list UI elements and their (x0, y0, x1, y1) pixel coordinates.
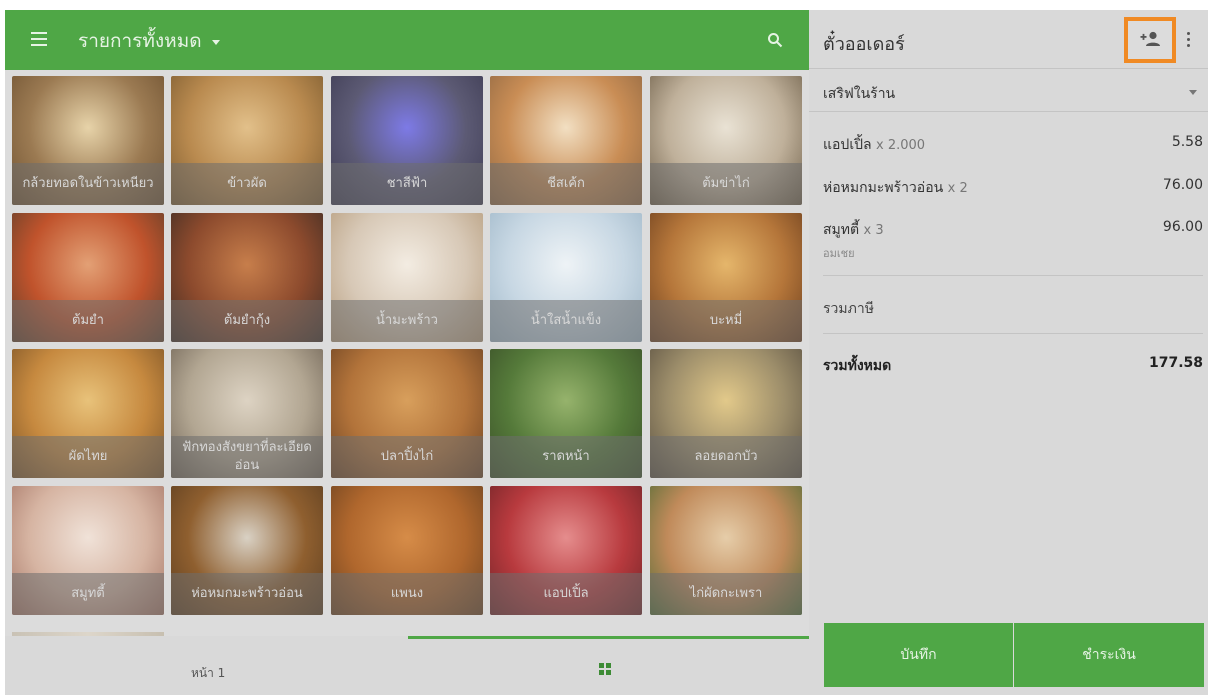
product-tile[interactable]: ชาสีฟ้า (331, 76, 483, 205)
product-label: ข้าวผัด (171, 163, 323, 205)
product-label: ปลาปิ้งไก่ (331, 436, 483, 478)
product-tile[interactable]: ฟักทองสังขยาที่ละเอียดอ่อน (171, 349, 323, 478)
product-tile[interactable]: กล้วยทอดในข้าวเหนียว (12, 76, 164, 205)
product-tile[interactable]: น้ำใสน้ำแข็ง (490, 213, 642, 342)
product-label: บะหมี่ (650, 300, 802, 342)
catalog-toolbar: รายการทั้งหมด (5, 10, 809, 70)
order-item-price: 96.00 (1162, 219, 1203, 235)
dining-option-select[interactable]: เสริฟในร้าน (823, 83, 895, 105)
product-tile[interactable]: ไก่ผัดกะเพรา (650, 486, 802, 615)
add-person-icon (1140, 31, 1160, 46)
order-item-name: แอปเปิ้ล (823, 137, 872, 153)
caret-down-icon[interactable] (1189, 90, 1197, 95)
product-tile[interactable]: ต้มข่าไก่ (650, 76, 802, 205)
order-item-qty: x 2.000 (876, 138, 926, 153)
search-icon[interactable] (767, 32, 783, 48)
order-ticket-panel: ตั๋วออเดอร์ เสริฟในร้าน แอปเปิ้ล x 2.000… (809, 10, 1208, 695)
order-item-name: สมูทตี้ (823, 222, 860, 238)
order-item-name: ห่อหมกมะพร้าวอ่อน (823, 180, 944, 196)
product-label: ราดหน้า (490, 436, 642, 478)
product-tile[interactable]: ห่อหมกมะพร้าวอ่อน (171, 486, 323, 615)
product-label: ชีสเค้ก (490, 163, 642, 205)
product-tile[interactable]: ผัดไทย (12, 349, 164, 478)
product-label: แอปเปิ้ล (490, 573, 642, 615)
product-label: ไก่ผัดกะเพรา (650, 573, 802, 615)
divider (823, 333, 1203, 334)
product-tile[interactable]: ราดหน้า (490, 349, 642, 478)
product-tile[interactable]: ข้าวผัด (171, 76, 323, 205)
product-tile[interactable]: น้ำมะพร้าว (331, 213, 483, 342)
product-tile[interactable]: ต้มยำกุ้ง (171, 213, 323, 342)
order-item-note: อมเชย (823, 247, 855, 260)
hamburger-menu-icon[interactable] (31, 32, 47, 46)
product-tile[interactable]: ลอยดอกบัว (650, 349, 802, 478)
category-title: รายการทั้งหมด (78, 30, 202, 52)
order-item-price: 5.58 (1171, 134, 1203, 150)
product-label: น้ำมะพร้าว (331, 300, 483, 342)
category-dropdown[interactable]: รายการทั้งหมด (78, 26, 220, 56)
save-button-label: บันทึก (900, 647, 937, 663)
total-label: รวมทั้งหมด (823, 358, 892, 374)
add-customer-button[interactable] (1124, 17, 1176, 63)
product-tile[interactable]: แพนง (331, 486, 483, 615)
product-tile[interactable]: ปลาปิ้งไก่ (331, 349, 483, 478)
product-tile[interactable]: แอปเปิ้ล (490, 486, 642, 615)
product-label: สมูทตี้ (12, 573, 164, 615)
order-item-qty: x 2 (947, 181, 968, 196)
product-label: ฟักทองสังขยาที่ละเอียดอ่อน (171, 436, 323, 478)
order-item-qty: x 3 (863, 223, 884, 238)
product-label: ห่อหมกมะพร้าวอ่อน (171, 573, 323, 615)
product-label: ต้มยำกุ้ง (171, 300, 323, 342)
product-label: ต้มยำ (12, 300, 164, 342)
caret-down-icon (211, 40, 220, 45)
product-tile[interactable]: สมูทตี้ (12, 486, 164, 615)
product-tile[interactable]: ชีสเค้ก (490, 76, 642, 205)
catalog-footer: หน้า 1 (5, 636, 809, 695)
tax-label: รวมภาษี (823, 301, 874, 317)
product-tile[interactable]: ต้มยำ (12, 213, 164, 342)
product-label: แพนง (331, 573, 483, 615)
divider (823, 275, 1203, 276)
product-tile[interactable]: บะหมี่ (650, 213, 802, 342)
order-title: ตั๋วออเดอร์ (823, 34, 905, 55)
product-label: ลอยดอกบัว (650, 436, 802, 478)
pay-button[interactable]: ชำระเงิน (1014, 623, 1204, 687)
product-label: ชาสีฟ้า (331, 163, 483, 205)
divider (809, 68, 1208, 69)
catalog-panel: รายการทั้งหมด กล้วยทอดในข้าวเหนียว ข้าวผั… (5, 10, 809, 695)
more-vert-icon[interactable] (1187, 32, 1191, 48)
order-item-price: 76.00 (1162, 177, 1203, 193)
active-tab-indicator (408, 636, 809, 639)
product-label: กล้วยทอดในข้าวเหนียว (12, 163, 164, 205)
tab-page-1[interactable]: หน้า 1 (191, 664, 225, 683)
grid-view-icon[interactable] (599, 663, 611, 675)
product-label: ต้มข่าไก่ (650, 163, 802, 205)
pay-button-label: ชำระเงิน (1082, 647, 1136, 663)
product-label: ผัดไทย (12, 436, 164, 478)
divider (809, 111, 1208, 112)
product-label: น้ำใสน้ำแข็ง (490, 300, 642, 342)
save-button[interactable]: บันทึก (824, 623, 1013, 687)
total-value: 177.58 (1148, 355, 1203, 371)
pos-screen: รายการทั้งหมด กล้วยทอดในข้าวเหนียว ข้าวผั… (0, 0, 1208, 695)
